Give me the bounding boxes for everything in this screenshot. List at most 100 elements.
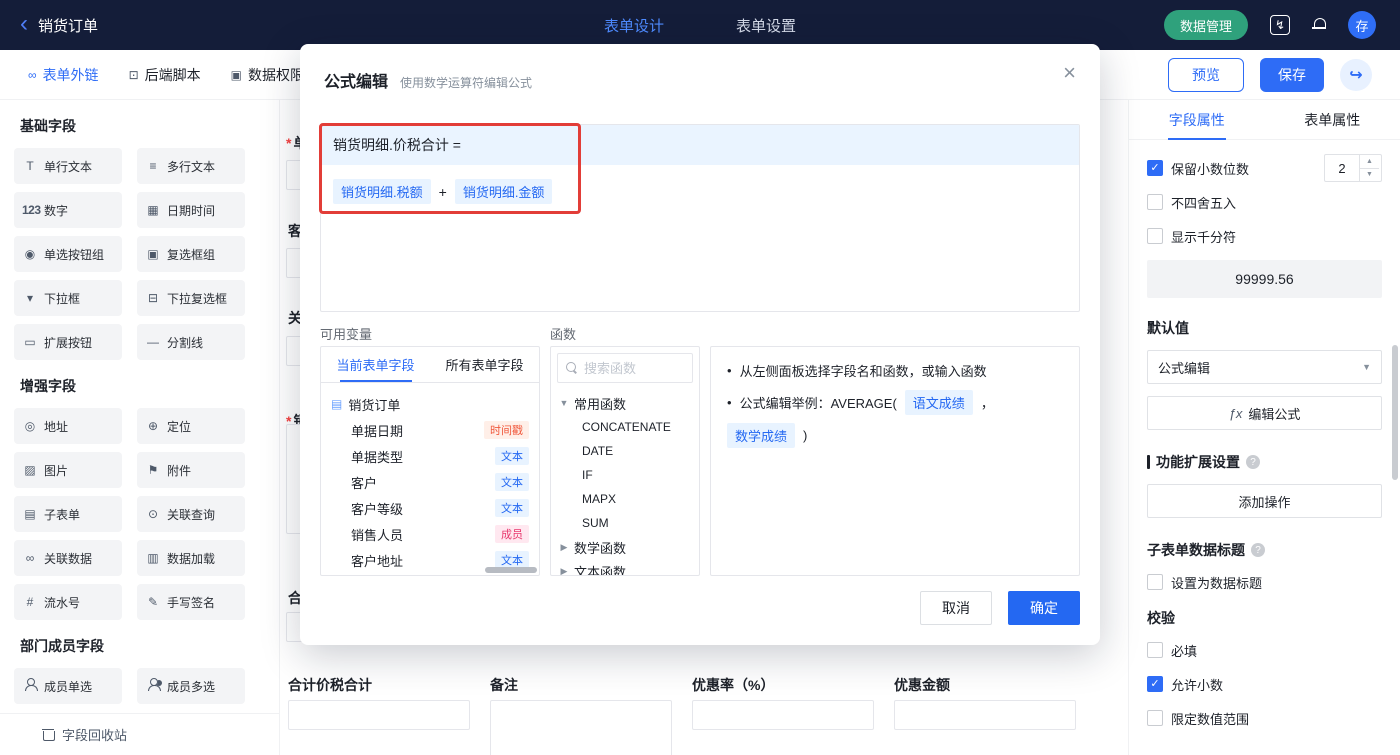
field-member-multi[interactable]: 成员多选 [137, 668, 245, 704]
function-item[interactable]: DATE [559, 439, 691, 463]
subform-icon: ▤ [24, 507, 36, 521]
stepper-down-icon[interactable]: ▼ [1360, 169, 1379, 182]
field-divider[interactable]: — 分割线 [137, 324, 245, 360]
section-enhanced-fields: 增强字段 [20, 378, 76, 394]
form-tree-root[interactable]: ▤ 销货订单 [331, 391, 529, 417]
tab-form-settings[interactable]: 表单设置 [736, 15, 796, 36]
search-icon [566, 362, 578, 374]
variable-row[interactable]: 单据日期 时间戳 [331, 417, 529, 443]
field-subform[interactable]: ▤ 子表单 [14, 496, 122, 532]
allow-decimal-checkbox[interactable]: ✓ [1147, 676, 1163, 692]
type-tag: 时间戳 [484, 421, 529, 439]
field-linked-query[interactable]: ⊙ 关联查询 [137, 496, 245, 532]
edit-formula-button[interactable]: ƒx 编辑公式 [1147, 396, 1382, 430]
user-avatar[interactable]: 存 [1348, 11, 1376, 39]
tab-form-design[interactable]: 表单设计 [604, 15, 664, 36]
discount-rate-input[interactable] [692, 700, 874, 730]
function-item[interactable]: IF [559, 463, 691, 487]
field-extend-button[interactable]: ▭ 扩展按钮 [14, 324, 122, 360]
save-button[interactable]: 保存 [1260, 57, 1324, 92]
field-attachment[interactable]: ⚑ 附件 [137, 452, 245, 488]
formula-fx-icon: ƒx [1228, 405, 1243, 421]
function-search-input[interactable] [584, 360, 684, 376]
function-search[interactable] [557, 353, 693, 383]
share-icon[interactable]: ↪ [1340, 58, 1372, 91]
chevron-right-icon: ▶ [560, 565, 568, 576]
field-serial-number[interactable]: # 流水号 [14, 584, 122, 620]
field-multi-line-text[interactable]: ≡ 多行文本 [137, 148, 245, 184]
panel-scrollbar[interactable] [1392, 345, 1398, 480]
stepper-up-icon[interactable]: ▲ [1360, 155, 1379, 169]
decimal-checkbox[interactable]: ✓ [1147, 160, 1163, 176]
no-round-label: 不四舍五入 [1171, 195, 1237, 211]
variable-row[interactable]: 单据类型 文本 [331, 443, 529, 469]
tab-all-form-fields[interactable]: 所有表单字段 [430, 347, 539, 382]
add-action-button[interactable]: 添加操作 [1147, 484, 1382, 518]
trash-icon [42, 728, 55, 741]
decimal-input[interactable] [1325, 155, 1359, 181]
data-title-checkbox[interactable] [1147, 574, 1163, 590]
thousand-sep-label: 显示千分符 [1171, 229, 1237, 245]
confirm-button[interactable]: 确定 [1008, 591, 1080, 625]
no-round-checkbox[interactable] [1147, 194, 1163, 210]
close-icon[interactable]: × [1063, 62, 1076, 84]
help-icon[interactable]: ? [1246, 455, 1260, 469]
discount-amount-input[interactable] [894, 700, 1076, 730]
section-bar [1147, 455, 1150, 469]
variable-row[interactable]: 客户等级 文本 [331, 495, 529, 521]
remark-input[interactable] [490, 700, 672, 755]
decimal-stepper[interactable]: ▲ ▼ [1324, 154, 1382, 182]
variable-row[interactable]: 客户 文本 [331, 469, 529, 495]
tab-field-properties[interactable]: 字段属性 [1129, 100, 1265, 139]
preview-button[interactable]: 预览 [1168, 57, 1244, 92]
field-dropdown[interactable]: ▾ 下拉框 [14, 280, 122, 316]
data-permission[interactable]: ▣ 数据权限 [231, 65, 304, 85]
variable-row[interactable]: 销售人员 成员 [331, 521, 529, 547]
function-item[interactable]: SUM [559, 511, 691, 535]
chevron-down-icon: ▼ [559, 398, 569, 408]
workflow-icon[interactable]: ↯ [1270, 15, 1290, 35]
field-signature[interactable]: ✎ 手写签名 [137, 584, 245, 620]
notification-bell-icon[interactable] [1312, 18, 1326, 32]
required-checkbox[interactable] [1147, 642, 1163, 658]
function-group-math[interactable]: ▶ 数学函数 [559, 535, 691, 559]
field-datetime[interactable]: ▦ 日期时间 [137, 192, 245, 228]
function-item[interactable]: MAPX [559, 487, 691, 511]
tab-form-properties[interactable]: 表单属性 [1265, 100, 1400, 139]
function-group-text[interactable]: ▶ 文本函数 [559, 559, 691, 576]
field-number[interactable]: 123 数字 [14, 192, 122, 228]
cancel-button[interactable]: 取消 [920, 591, 992, 625]
help-line-1: 从左侧面板选择字段名和函数，或输入函数 [739, 364, 987, 379]
field-member-single[interactable]: 成员单选 [14, 668, 122, 704]
help-icon[interactable]: ? [1251, 543, 1265, 557]
bullet: • [727, 395, 732, 410]
range-limit-checkbox[interactable] [1147, 710, 1163, 726]
field-address[interactable]: ◎ 地址 [14, 408, 122, 444]
field-recycle-bin[interactable]: 字段回收站 [0, 713, 279, 755]
tab-current-form-fields[interactable]: 当前表单字段 [321, 347, 430, 382]
horizontal-scrollbar[interactable] [485, 567, 537, 573]
default-value-select[interactable]: 公式编辑 ▼ [1147, 350, 1382, 384]
field-dropdown-multi[interactable]: ⊟ 下拉复选框 [137, 280, 245, 316]
form-external-link[interactable]: ∞ 表单外链 [28, 65, 99, 85]
thousand-sep-checkbox[interactable] [1147, 228, 1163, 244]
field-location[interactable]: ⊕ 定位 [137, 408, 245, 444]
field-image[interactable]: ▨ 图片 [14, 452, 122, 488]
discount-amount-label: 优惠金额 [894, 677, 950, 693]
field-data-load[interactable]: ▥ 数据加载 [137, 540, 245, 576]
function-group-common[interactable]: ▼ 常用函数 [559, 391, 691, 415]
field-radio-group[interactable]: ◉ 单选按钮组 [14, 236, 122, 272]
checkbox-icon: ▣ [147, 247, 159, 261]
field-linked-data[interactable]: ∞ 关联数据 [14, 540, 122, 576]
formula-field-chip[interactable]: 销货明细.税额 [333, 179, 431, 204]
backend-script[interactable]: ⊡ 后端脚本 [129, 65, 201, 85]
functions-panel: ▼ 常用函数 CONCATENATE DATE IF MAPX SUM ▶ 数学… [550, 346, 700, 576]
total-amount-input[interactable] [288, 700, 470, 730]
function-item[interactable]: CONCATENATE [559, 415, 691, 439]
formula-field-chip[interactable]: 销货明细.金额 [454, 179, 553, 204]
field-single-line-text[interactable]: T 单行文本 [14, 148, 122, 184]
data-manage-button[interactable]: 数据管理 [1163, 10, 1248, 40]
chain-icon: ∞ [25, 551, 35, 565]
formula-editor[interactable]: 销货明细.价税合计 = 销货明细.税额 + 销货明细.金额 [320, 124, 1080, 312]
field-checkbox-group[interactable]: ▣ 复选框组 [137, 236, 245, 272]
